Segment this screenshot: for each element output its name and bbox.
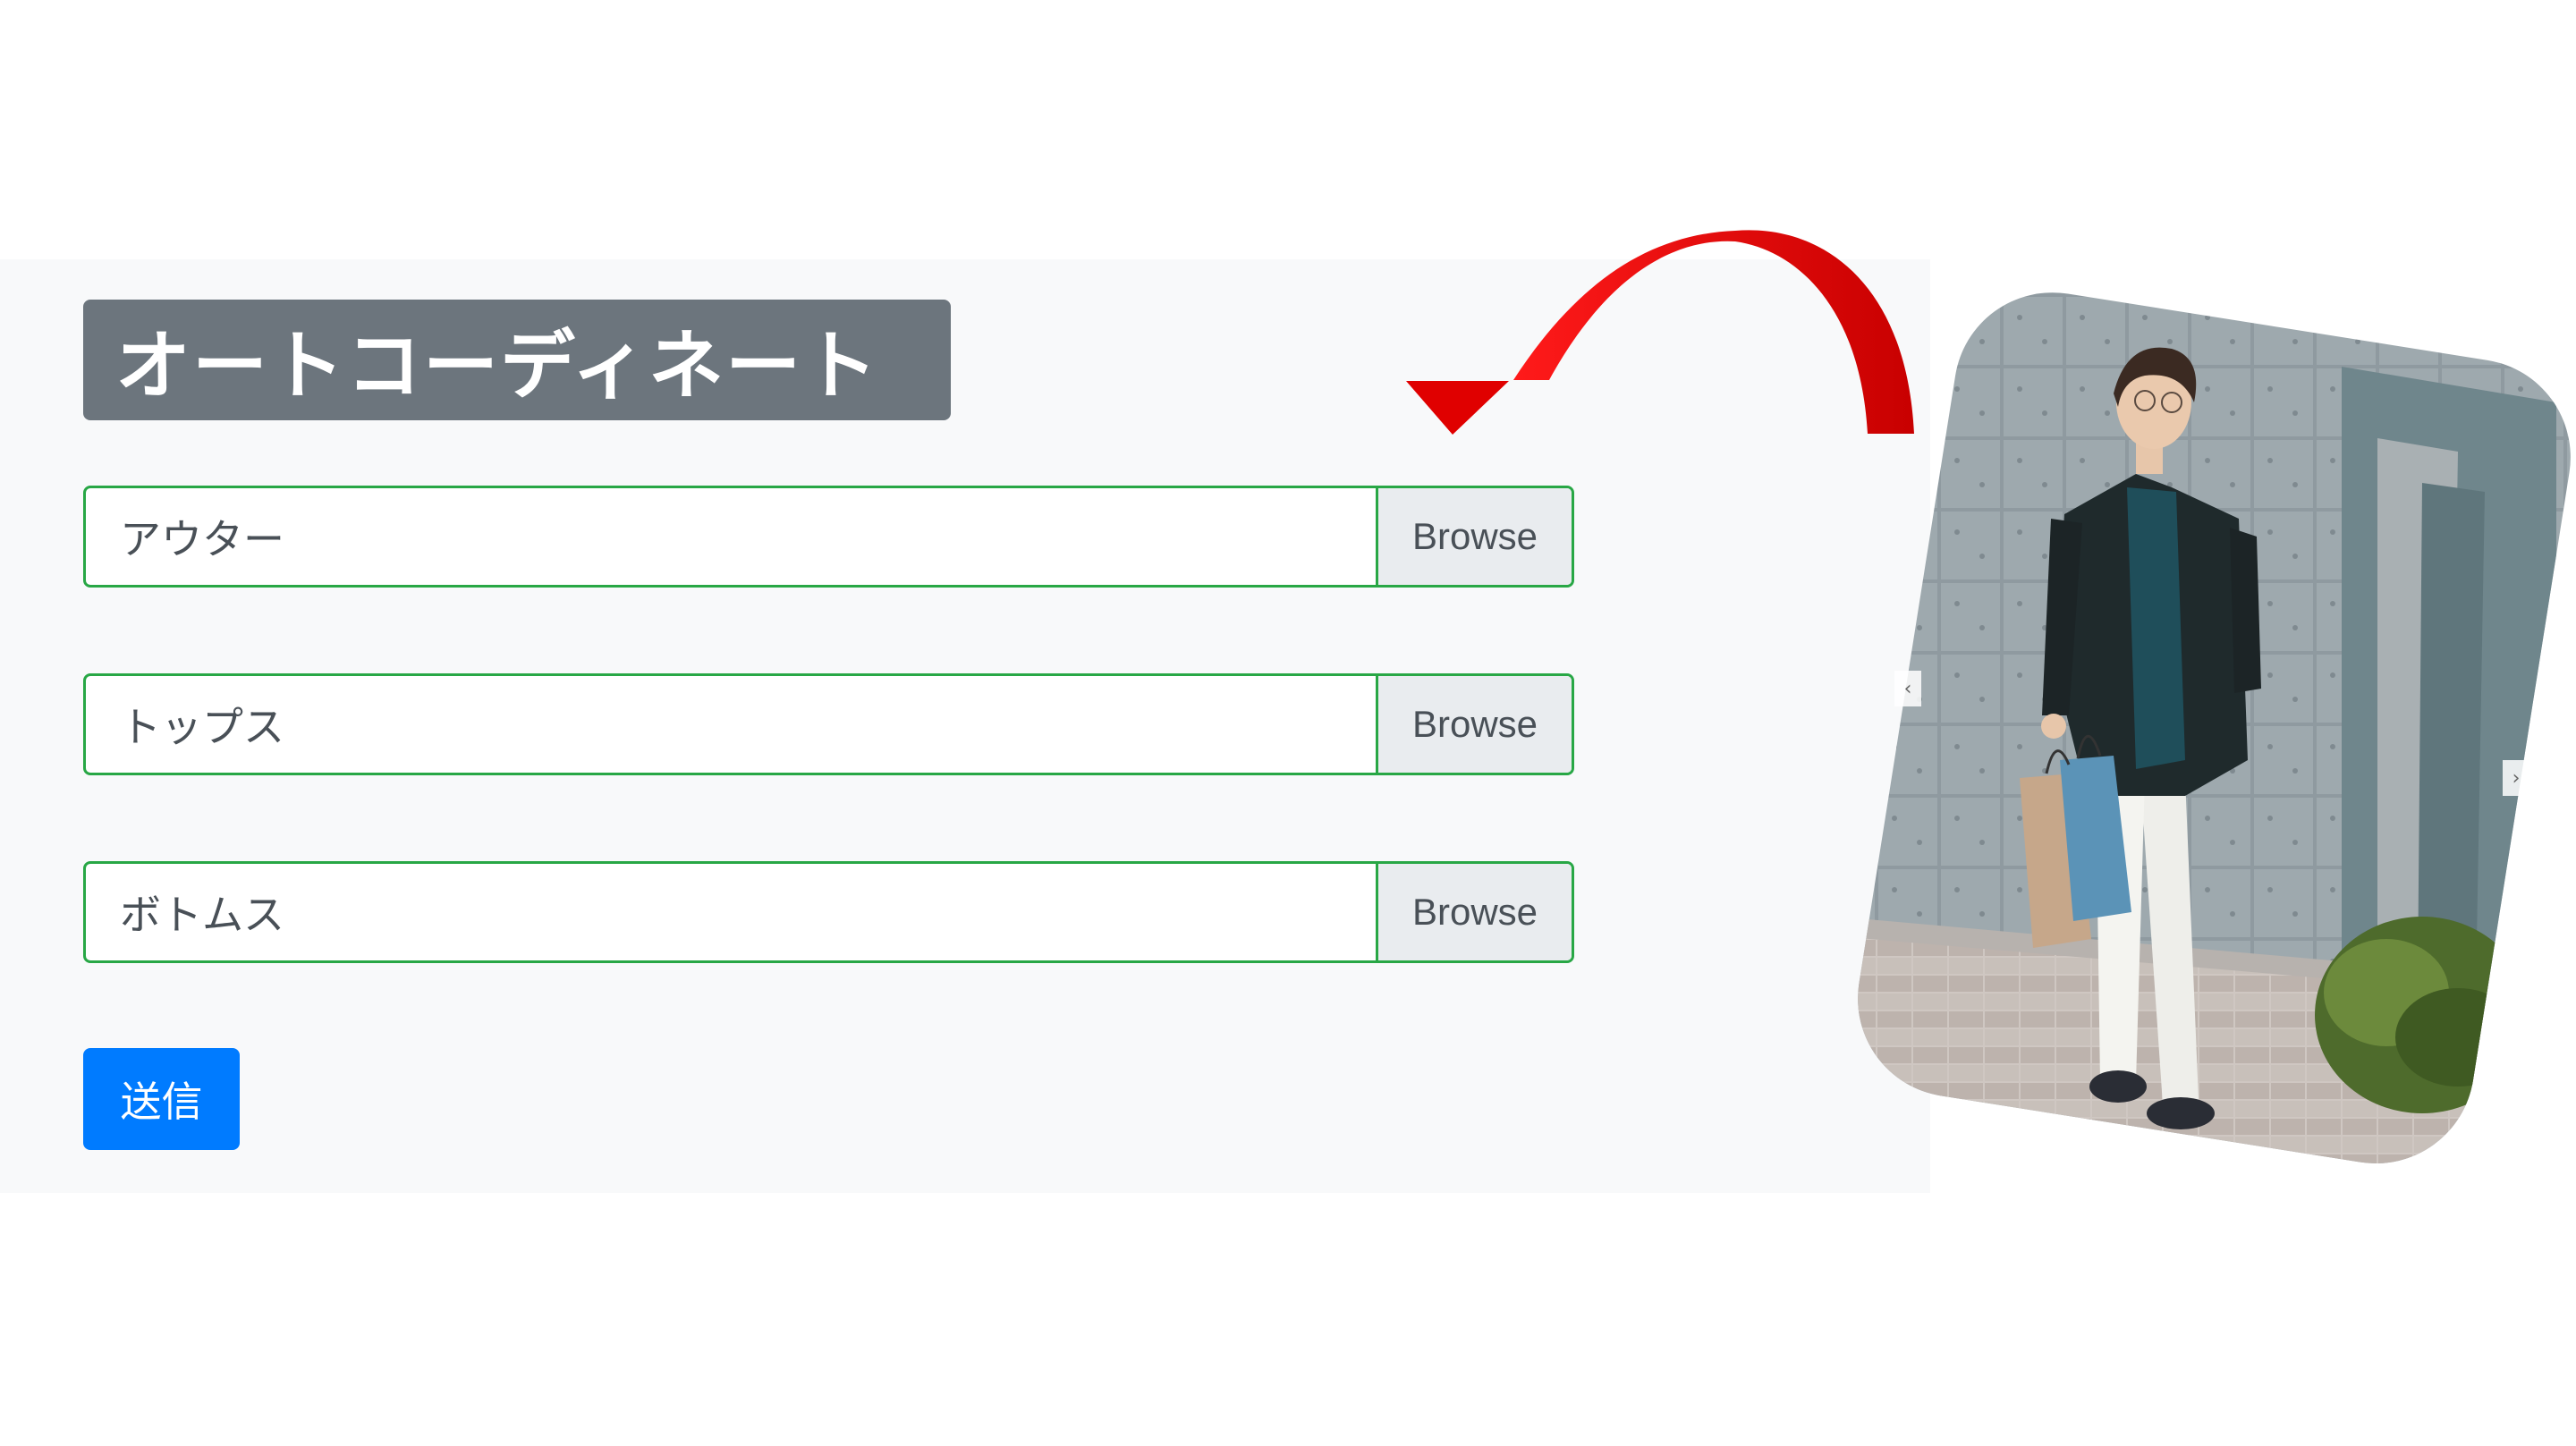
browse-button-tops[interactable]: Browse (1376, 676, 1572, 773)
carousel-prev-icon[interactable]: ‹ (1904, 678, 1912, 700)
carousel-next-icon[interactable]: › (2512, 767, 2521, 790)
file-input-tops-label: トップス (120, 703, 284, 751)
outfit-photo: ‹ › (1843, 278, 2576, 1178)
browse-button-outer[interactable]: Browse (1376, 488, 1572, 585)
screen: オートコーディネート アウター Browse トップス Browse ボトムス … (0, 0, 2576, 1446)
file-input-bottoms-label: ボトムス (120, 891, 284, 939)
curved-arrow-icon (1406, 230, 1914, 435)
page-title: オートコーディネート (83, 300, 951, 420)
file-input-bottoms[interactable]: ボトムス Browse (83, 861, 1574, 963)
submit-button-label: 送信 (120, 1078, 203, 1126)
browse-button-bottoms[interactable]: Browse (1376, 864, 1572, 960)
submit-button[interactable]: 送信 (83, 1048, 240, 1150)
file-input-tops[interactable]: トップス Browse (83, 673, 1574, 775)
file-input-outer-label: アウター (120, 515, 284, 563)
file-input-outer[interactable]: アウター Browse (83, 486, 1574, 588)
page-title-text: オートコーディネート (115, 322, 880, 410)
